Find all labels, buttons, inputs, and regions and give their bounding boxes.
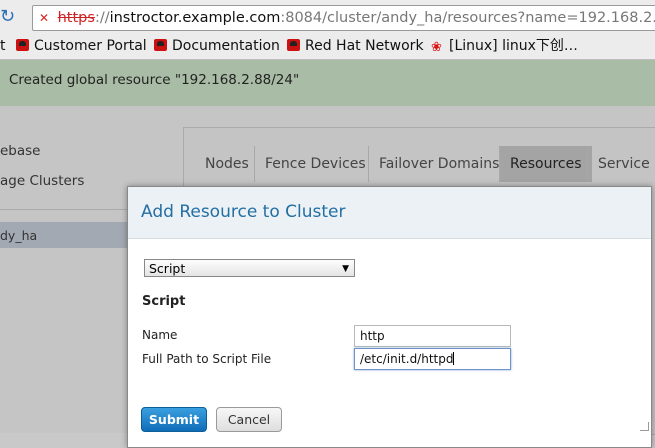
url-protocol: https <box>57 10 95 26</box>
tab-resources[interactable]: Resources <box>499 146 592 182</box>
tab-fence-devices[interactable]: Fence Devices <box>254 146 376 182</box>
dropdown-arrow-icon: ▼ <box>342 264 349 274</box>
name-label: Name <box>142 328 178 342</box>
address-bar[interactable]: ✕ https://instroctor.example.com:8084/cl… <box>32 5 655 31</box>
tab-nodes[interactable]: Nodes <box>195 146 259 182</box>
bookmark-label: Customer Portal <box>34 38 147 54</box>
bookmark-red-hat-network[interactable]: Red Hat Network <box>287 34 424 58</box>
name-input-value: http <box>360 329 385 343</box>
bookmark-partial[interactable]: t <box>0 34 6 58</box>
add-resource-dialog: Add Resource to Cluster Script ▼ Script … <box>127 186 652 448</box>
resize-grip-icon[interactable] <box>640 422 649 431</box>
bookmark-label: Documentation <box>172 38 280 54</box>
tab-service-groups[interactable]: Service G <box>587 146 655 182</box>
reload-icon[interactable]: ↻ <box>0 6 20 28</box>
browser-toolbar: ↻ ✕ https://instroctor.example.com:8084/… <box>0 0 655 34</box>
bookmarks-bar: t Customer Portal Documentation Red Hat … <box>0 34 655 60</box>
sidebar-cluster-label: dy_ha <box>0 228 38 243</box>
resource-type-select[interactable]: Script ▼ <box>144 259 355 277</box>
insecure-lock-icon[interactable]: ✕ <box>39 6 53 30</box>
dialog-title: Add Resource to Cluster <box>141 202 346 222</box>
sidebar-item-manage-clusters[interactable]: age Clusters <box>0 173 84 189</box>
cancel-button[interactable]: Cancel <box>216 407 282 432</box>
text-cursor <box>453 352 455 365</box>
success-notification: Created global resource "192.168.2.88/24… <box>0 60 655 106</box>
url-path: :8084/cluster/andy_ha/resources?name=192… <box>280 10 655 26</box>
redhat-icon <box>154 39 167 51</box>
bookmark-label: [Linux] linux下创… <box>449 38 578 54</box>
baidu-paw-icon: ❀ <box>431 40 442 55</box>
bookmark-linux[interactable]: ❀ [Linux] linux下创… <box>431 34 578 58</box>
resource-type-value: Script <box>149 261 186 276</box>
redhat-icon <box>287 39 300 51</box>
bookmark-documentation[interactable]: Documentation <box>154 34 280 58</box>
name-input[interactable]: http <box>354 325 511 347</box>
bookmark-label: Red Hat Network <box>305 38 424 54</box>
script-path-label: Full Path to Script File <box>142 352 272 366</box>
url-separator: :// <box>94 10 110 26</box>
script-path-value: /etc/init.d/httpd <box>360 352 454 366</box>
submit-button[interactable]: Submit <box>141 407 207 432</box>
url-host: instroctor.example.com <box>109 10 281 26</box>
script-path-input[interactable]: /etc/init.d/httpd <box>354 348 511 370</box>
dialog-header: Add Resource to Cluster <box>128 187 651 239</box>
redhat-icon <box>16 39 29 51</box>
sidebar-item-homebase[interactable]: ebase <box>0 143 41 159</box>
tab-failover-domains[interactable]: Failover Domains <box>368 146 509 182</box>
bookmark-customer-portal[interactable]: Customer Portal <box>16 34 147 58</box>
notification-text: Created global resource "192.168.2.88/24… <box>9 72 300 88</box>
section-title: Script <box>142 294 186 309</box>
